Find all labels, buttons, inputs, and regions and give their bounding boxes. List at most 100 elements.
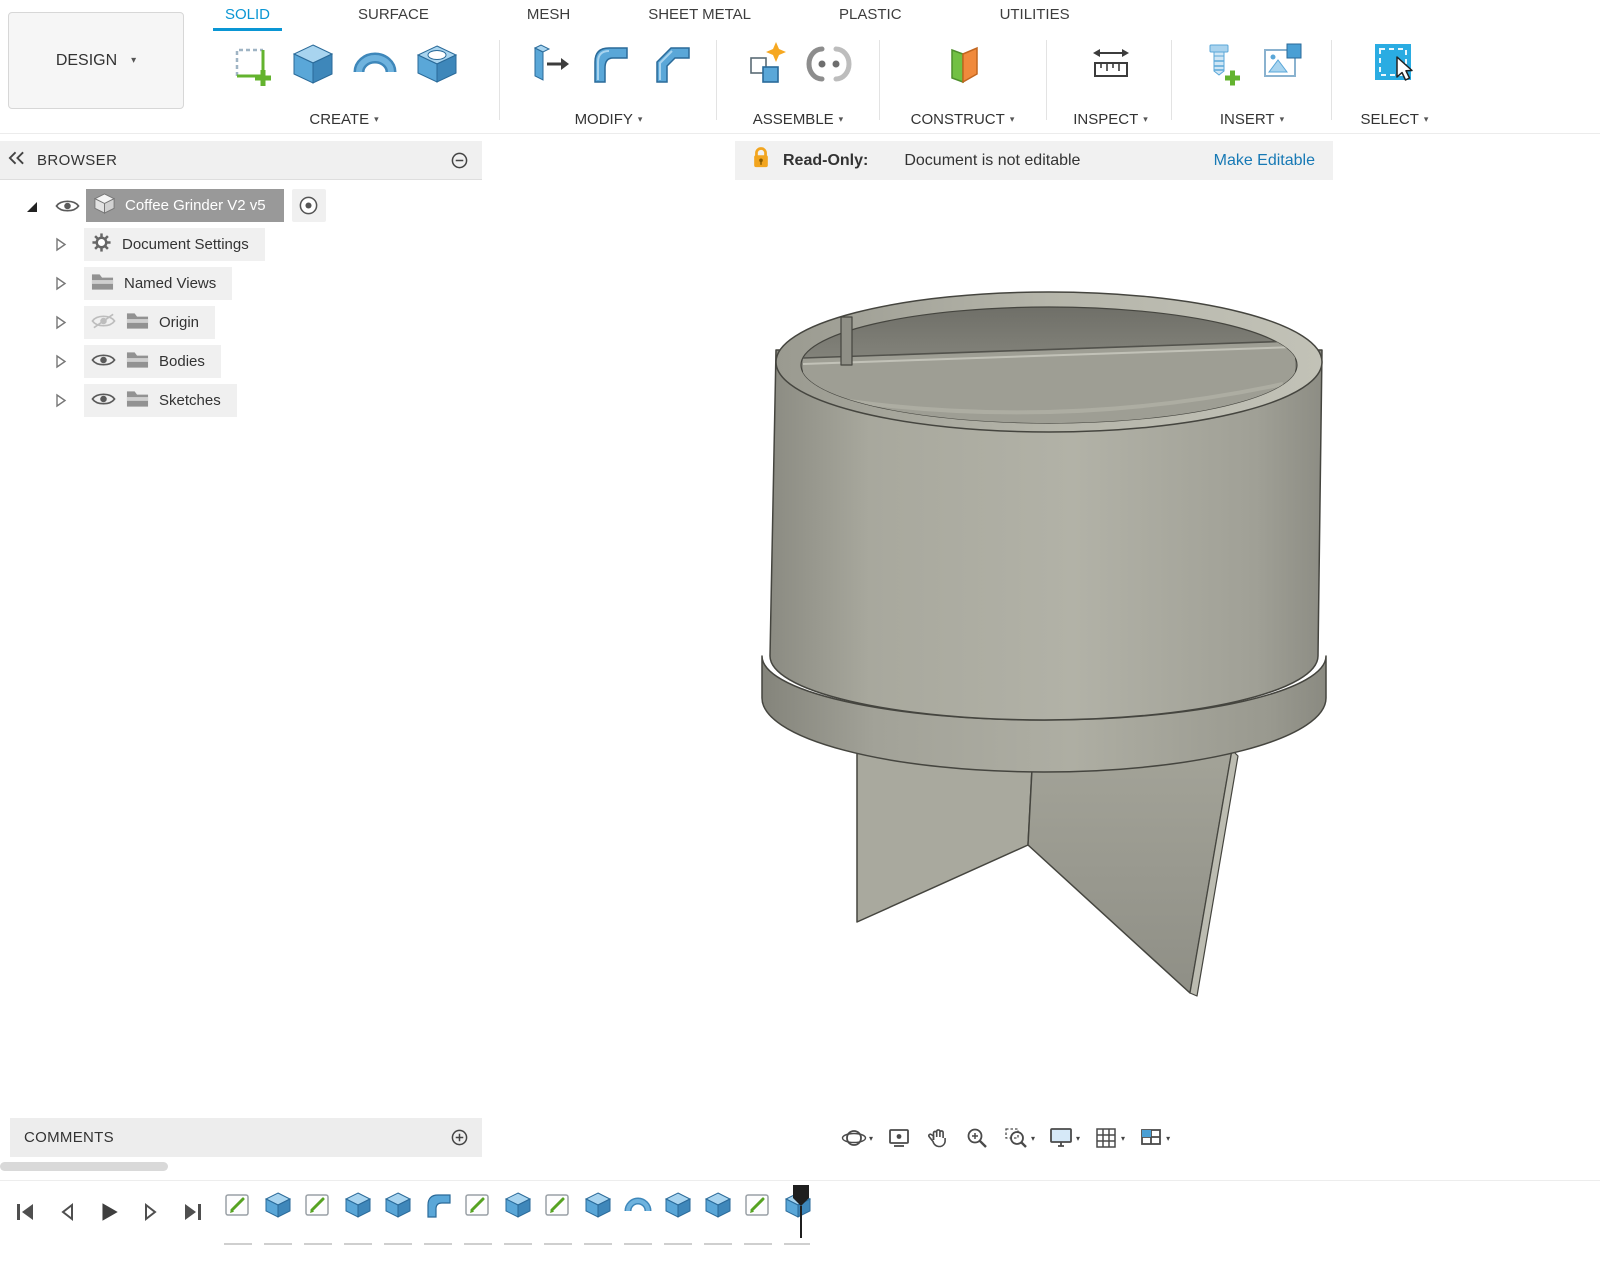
revolve-icon[interactable]: [348, 36, 402, 92]
timeline-feature-extrude-icon[interactable]: [342, 1189, 374, 1221]
timeline-bar: [0, 1180, 1600, 1272]
timeline-feature-fillet-icon[interactable]: [422, 1189, 454, 1221]
insert-fastener-icon[interactable]: [1194, 36, 1248, 92]
folder-icon: [126, 350, 149, 373]
press-pull-icon[interactable]: [520, 36, 574, 92]
zoom-icon[interactable]: [961, 1122, 993, 1154]
collapse-panel-icon[interactable]: [8, 151, 25, 170]
hole-icon[interactable]: [410, 36, 464, 92]
make-editable-link[interactable]: Make Editable: [1214, 152, 1315, 170]
dropdown-caret-icon: ▾: [1010, 114, 1015, 124]
step-forward-icon[interactable]: [134, 1195, 168, 1229]
display-settings-icon[interactable]: ▾: [1045, 1122, 1083, 1154]
timeline-feature-extrude-icon[interactable]: [582, 1189, 614, 1221]
construct-dropdown[interactable]: CONSTRUCT▾: [890, 111, 1035, 128]
dropdown-caret-icon: ▾: [1076, 1134, 1080, 1143]
timeline-feature-sketch-icon[interactable]: [742, 1189, 774, 1221]
tree-row-named-views[interactable]: Named Views: [0, 264, 482, 303]
assemble-dropdown[interactable]: ASSEMBLE▾: [728, 111, 868, 128]
toolbar-group-construct: CONSTRUCT▾: [890, 33, 1035, 132]
timeline-feature-sketch-icon[interactable]: [302, 1189, 334, 1221]
new-component-icon[interactable]: [740, 36, 794, 92]
window-zoom-icon[interactable]: ▾: [1000, 1122, 1038, 1154]
timeline-features: [222, 1189, 814, 1221]
fillet-icon[interactable]: [582, 36, 636, 92]
offset-plane-icon[interactable]: [936, 36, 990, 92]
toolbar-group-inspect: INSPECT▾: [1058, 33, 1163, 132]
play-icon[interactable]: [92, 1195, 126, 1229]
tree-item-label: Named Views: [124, 275, 216, 292]
step-back-icon[interactable]: [50, 1195, 84, 1229]
tree-row-root[interactable]: Coffee Grinder V2 v5: [0, 186, 482, 225]
collapsed-caret-icon[interactable]: [52, 237, 70, 252]
dropdown-caret-icon: ▾: [839, 114, 844, 124]
collapsed-caret-icon[interactable]: [52, 315, 70, 330]
tab-plastic[interactable]: PLASTIC: [825, 0, 916, 32]
collapsed-caret-icon[interactable]: [52, 354, 70, 369]
timeline-feature-extrude-icon[interactable]: [662, 1189, 694, 1221]
inspect-dropdown[interactable]: INSPECT▾: [1058, 111, 1163, 128]
joint-icon[interactable]: [802, 36, 856, 92]
root-component-row[interactable]: Coffee Grinder V2 v5: [86, 189, 284, 222]
folder-icon: [126, 389, 149, 412]
select-icon[interactable]: [1368, 36, 1422, 92]
timeline-position-marker[interactable]: [792, 1184, 810, 1245]
tree-row-sketches[interactable]: Sketches: [0, 381, 482, 420]
toolbar-group-create: CREATE▾: [208, 33, 480, 132]
insert-dropdown[interactable]: INSERT▾: [1182, 111, 1322, 128]
look-at-icon[interactable]: [883, 1122, 915, 1154]
skip-to-start-icon[interactable]: [8, 1195, 42, 1229]
expanded-caret-icon[interactable]: [22, 199, 40, 213]
comments-bar[interactable]: COMMENTS: [10, 1118, 482, 1157]
tree-row-origin[interactable]: Origin: [0, 303, 482, 342]
visibility-off-eye-icon[interactable]: [91, 312, 116, 334]
tab-utilities[interactable]: UTILITIES: [986, 0, 1084, 32]
canvas-icon[interactable]: [1256, 36, 1310, 92]
tab-solid[interactable]: SOLID: [211, 0, 284, 32]
collapsed-caret-icon[interactable]: [52, 393, 70, 408]
orbit-icon[interactable]: ▾: [838, 1122, 876, 1154]
timeline-track[interactable]: [224, 1243, 810, 1245]
modify-dropdown[interactable]: MODIFY▾: [506, 111, 711, 128]
design-menu-label: DESIGN: [56, 52, 117, 70]
comments-title: COMMENTS: [24, 1129, 114, 1146]
grid-settings-icon[interactable]: ▾: [1090, 1122, 1128, 1154]
timeline-feature-sketch-icon[interactable]: [542, 1189, 574, 1221]
tree-row-bodies[interactable]: Bodies: [0, 342, 482, 381]
extrude-icon[interactable]: [286, 36, 340, 92]
viewports-icon[interactable]: ▾: [1135, 1122, 1173, 1154]
collapse-all-icon[interactable]: [451, 152, 468, 169]
chamfer-icon[interactable]: [644, 36, 698, 92]
timeline-feature-extrude-icon[interactable]: [702, 1189, 734, 1221]
timeline-feature-extrude-icon[interactable]: [262, 1189, 294, 1221]
tab-mesh[interactable]: MESH: [513, 0, 584, 32]
create-sketch-icon[interactable]: [224, 36, 278, 92]
add-comment-icon[interactable]: [451, 1129, 468, 1146]
tree-item-label: Document Settings: [122, 236, 249, 253]
select-dropdown[interactable]: SELECT▾: [1342, 111, 1447, 128]
timeline-feature-sketch-icon[interactable]: [462, 1189, 494, 1221]
horizontal-scrollbar[interactable]: [0, 1162, 168, 1171]
skip-to-end-icon[interactable]: [176, 1195, 210, 1229]
design-menu-button[interactable]: DESIGN ▾: [8, 12, 184, 109]
create-dropdown[interactable]: CREATE▾: [208, 111, 480, 128]
tab-sheet-metal[interactable]: SHEET METAL: [634, 0, 765, 32]
workspace-tabbar: SOLID SURFACE MESH SHEET METAL PLASTIC U…: [205, 0, 1084, 32]
timeline-feature-sketch-icon[interactable]: [222, 1189, 254, 1221]
tree-row-document-settings[interactable]: Document Settings: [0, 225, 482, 264]
model-coffee-grinder: [762, 292, 1326, 996]
dropdown-caret-icon: ▾: [1166, 1134, 1170, 1143]
timeline-feature-revolve-icon[interactable]: [622, 1189, 654, 1221]
timeline-feature-extrude-icon[interactable]: [502, 1189, 534, 1221]
visibility-eye-icon[interactable]: [52, 197, 82, 215]
pan-icon[interactable]: [922, 1122, 954, 1154]
main-toolbar: SOLID SURFACE MESH SHEET METAL PLASTIC U…: [0, 0, 1600, 134]
collapsed-caret-icon[interactable]: [52, 276, 70, 291]
visibility-eye-icon[interactable]: [91, 390, 116, 412]
activate-component-radio[interactable]: [292, 189, 326, 222]
tab-surface[interactable]: SURFACE: [344, 0, 443, 32]
measure-icon[interactable]: [1084, 36, 1138, 92]
toolbar-group-modify: MODIFY▾: [506, 33, 711, 132]
timeline-feature-extrude-icon[interactable]: [382, 1189, 414, 1221]
visibility-eye-icon[interactable]: [91, 351, 116, 373]
